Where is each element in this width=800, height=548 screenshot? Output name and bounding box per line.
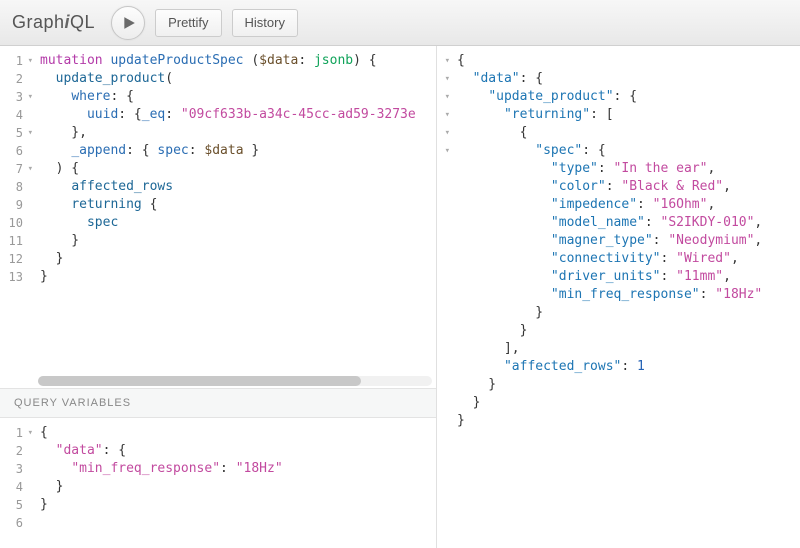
query-editor[interactable]: 1▾23▾45▾67▾8910111213 mutation updatePro… — [0, 46, 436, 376]
result-pane: ▾▾▾▾▾▾ { "data": { "update_product": { "… — [437, 46, 800, 548]
query-gutter: 1▾23▾45▾67▾8910111213 — [0, 46, 36, 376]
query-code[interactable]: mutation updateProductSpec ($data: jsonb… — [36, 46, 436, 376]
left-pane: 1▾23▾45▾67▾8910111213 mutation updatePro… — [0, 46, 437, 548]
result-code: { "data": { "update_product": { "returni… — [455, 46, 800, 548]
variables-gutter: 1▾23456 — [0, 418, 36, 548]
result-gutter: ▾▾▾▾▾▾ — [437, 46, 455, 548]
prettify-button[interactable]: Prettify — [155, 9, 221, 37]
history-button[interactable]: History — [232, 9, 298, 37]
execute-button[interactable] — [111, 6, 145, 40]
scrollbar-thumb[interactable] — [38, 376, 361, 386]
variables-editor[interactable]: 1▾23456 { "data": { "min_freq_response":… — [0, 418, 436, 548]
logo-text-2: QL — [70, 12, 95, 32]
logo-text: Graph — [12, 12, 65, 32]
logo: GraphiQL — [12, 12, 95, 33]
variables-code[interactable]: { "data": { "min_freq_response": "18Hz" … — [36, 418, 436, 548]
horizontal-scrollbar[interactable] — [38, 376, 432, 386]
topbar: GraphiQL Prettify History — [0, 0, 800, 46]
workspace: 1▾23▾45▾67▾8910111213 mutation updatePro… — [0, 46, 800, 548]
play-icon — [122, 16, 136, 30]
query-variables-header[interactable]: Query Variables — [0, 388, 436, 418]
